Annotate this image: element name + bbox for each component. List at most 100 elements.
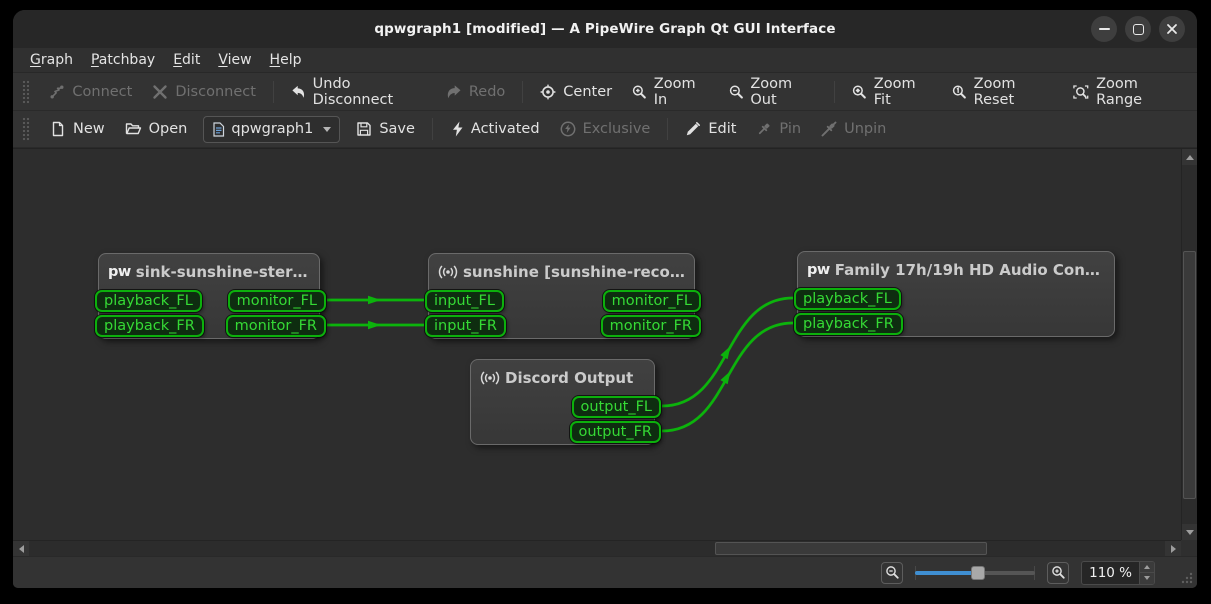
arrow-left-icon <box>18 545 24 553</box>
horizontal-scrollbar-thumb[interactable] <box>715 542 987 555</box>
pin-button[interactable]: Pin <box>746 116 811 142</box>
statusbar: 110 % <box>13 556 1197 588</box>
menu-patchbay[interactable]: Patchbay <box>82 50 164 70</box>
edit-pencil-icon <box>687 122 701 136</box>
titlebar[interactable]: qpwgraph1 [modified] — A PipeWire Graph … <box>13 10 1197 48</box>
patchbay-select[interactable]: qpwgraph1 <box>203 115 341 143</box>
center-button[interactable]: Center <box>530 79 622 105</box>
new-file-icon <box>52 121 64 137</box>
center-icon <box>540 84 556 99</box>
node-header: pw Family 17h/19h HD Audio Contr... <box>798 252 1114 285</box>
spin-up-button[interactable] <box>1140 561 1154 572</box>
node-sink-sunshine-stereo[interactable]: pw sink-sunshine-stereo playback_FL moni… <box>95 253 326 339</box>
menu-help[interactable]: Help <box>261 50 311 70</box>
vertical-scrollbar[interactable] <box>1181 149 1197 540</box>
port-input-fl[interactable]: input_FL <box>425 290 504 312</box>
zoom-slider[interactable] <box>915 563 1036 583</box>
undo-disconnect-button[interactable]: Undo Disconnect <box>281 71 436 113</box>
window-controls <box>1091 16 1185 42</box>
node-discord-output[interactable]: Discord Output output_FL output_FR <box>470 359 661 445</box>
toolbar-separator <box>667 118 669 140</box>
patchbay-toolbar: New Open qpwgraph1 Save Activated Exclus… <box>13 111 1197 148</box>
toolbar-drag-handle[interactable] <box>22 117 30 141</box>
save-icon <box>357 122 372 136</box>
edit-button[interactable]: Edit <box>675 116 746 142</box>
menu-view[interactable]: View <box>209 50 260 70</box>
undo-icon <box>292 85 304 98</box>
redo-button[interactable]: Redo <box>436 79 515 105</box>
scrollbar-corner <box>1181 540 1197 556</box>
resize-grip[interactable] <box>1180 571 1194 585</box>
spin-down-button[interactable] <box>1140 572 1154 584</box>
toolbar-separator <box>431 118 433 140</box>
status-zoom-in-button[interactable] <box>1047 561 1070 584</box>
pipewire-icon: pw <box>807 262 830 278</box>
node-header: pw sink-sunshine-stereo <box>99 254 319 287</box>
open-button[interactable]: Open <box>115 116 198 142</box>
node-title: Discord Output <box>505 369 634 387</box>
port-monitor-fr[interactable]: monitor_FR <box>600 315 701 337</box>
node-family-hd-audio[interactable]: pw Family 17h/19h HD Audio Contr... play… <box>794 251 1115 337</box>
zoom-spinbox[interactable]: 110 % <box>1081 560 1155 585</box>
node-header: sunshine [sunshine-record] <box>429 254 694 287</box>
close-button[interactable] <box>1159 16 1185 42</box>
port-output-fl[interactable]: output_FL <box>571 396 661 418</box>
exclusive-button[interactable]: Exclusive <box>550 116 661 142</box>
zoom-out-button[interactable]: Zoom Out <box>719 71 827 113</box>
arrow-up-icon <box>1186 154 1194 160</box>
arrow-right-icon <box>1170 545 1176 553</box>
save-button[interactable]: Save <box>346 116 425 142</box>
maximize-button[interactable] <box>1125 16 1151 42</box>
disconnect-button[interactable]: Disconnect <box>142 79 266 105</box>
connect-button[interactable]: Connect <box>39 79 142 105</box>
toolbar-separator <box>272 80 274 103</box>
zoom-range-button[interactable]: Zoom Range <box>1063 71 1191 113</box>
port-input-fr[interactable]: input_FR <box>425 315 506 337</box>
arrow-down-icon <box>1186 529 1194 535</box>
scroll-up-button[interactable] <box>1182 149 1197 165</box>
scroll-right-button[interactable] <box>1165 541 1181 557</box>
disconnect-icon <box>153 84 168 99</box>
port-monitor-fr[interactable]: monitor_FR <box>225 315 326 337</box>
open-folder-icon <box>125 123 141 135</box>
scroll-left-button[interactable] <box>13 541 29 557</box>
zoom-in-icon <box>1051 566 1065 579</box>
graph-canvas[interactable]: pw sink-sunshine-stereo playback_FL moni… <box>13 149 1181 540</box>
port-playback-fr[interactable]: playback_FR <box>95 315 204 337</box>
node-title: Family 17h/19h HD Audio Contr... <box>834 261 1105 279</box>
port-playback-fl[interactable]: playback_FL <box>794 288 901 310</box>
close-icon <box>1167 24 1177 34</box>
port-playback-fl[interactable]: playback_FL <box>95 290 202 312</box>
zoom-in-button[interactable]: Zoom In <box>622 71 719 113</box>
port-output-fr[interactable]: output_FR <box>569 421 661 443</box>
menubar: Graph Patchbay Edit View Help <box>13 48 1197 73</box>
stream-icon <box>480 370 500 386</box>
toolbar-drag-handle[interactable] <box>22 79 30 104</box>
graph-toolbar: Connect Disconnect Undo Disconnect Redo <box>13 73 1197 111</box>
horizontal-scrollbar[interactable] <box>13 540 1181 557</box>
port-monitor-fl[interactable]: monitor_FL <box>227 290 326 312</box>
menu-edit[interactable]: Edit <box>164 50 209 70</box>
scroll-down-button[interactable] <box>1182 524 1197 540</box>
new-button[interactable]: New <box>40 116 115 142</box>
node-sunshine[interactable]: sunshine [sunshine-record] input_FL moni… <box>425 253 701 339</box>
vertical-scrollbar-thumb[interactable] <box>1183 251 1196 499</box>
slider-fill <box>915 570 978 575</box>
port-playback-fr[interactable]: playback_FR <box>794 313 903 335</box>
zoom-slider-handle[interactable] <box>970 565 985 580</box>
zoom-reset-button[interactable]: Zoom Reset <box>942 71 1064 113</box>
activated-button[interactable]: Activated <box>440 116 550 142</box>
node-title: sink-sunshine-stereo <box>135 263 310 281</box>
window-title: qpwgraph1 [modified] — A PipeWire Graph … <box>374 21 836 37</box>
wire-arrow-icon <box>368 320 381 330</box>
unpin-icon <box>821 121 837 137</box>
connections-layer <box>327 295 794 433</box>
menu-graph[interactable]: Graph <box>21 50 82 70</box>
patchbay-select-value: qpwgraph1 <box>231 121 314 137</box>
unpin-button[interactable]: Unpin <box>811 116 896 142</box>
status-zoom-out-button[interactable] <box>881 561 904 584</box>
port-monitor-fl[interactable]: monitor_FL <box>602 290 701 312</box>
minimize-button[interactable] <box>1091 16 1117 42</box>
zoom-reset-icon <box>952 84 966 99</box>
zoom-fit-button[interactable]: Zoom Fit <box>842 71 942 113</box>
